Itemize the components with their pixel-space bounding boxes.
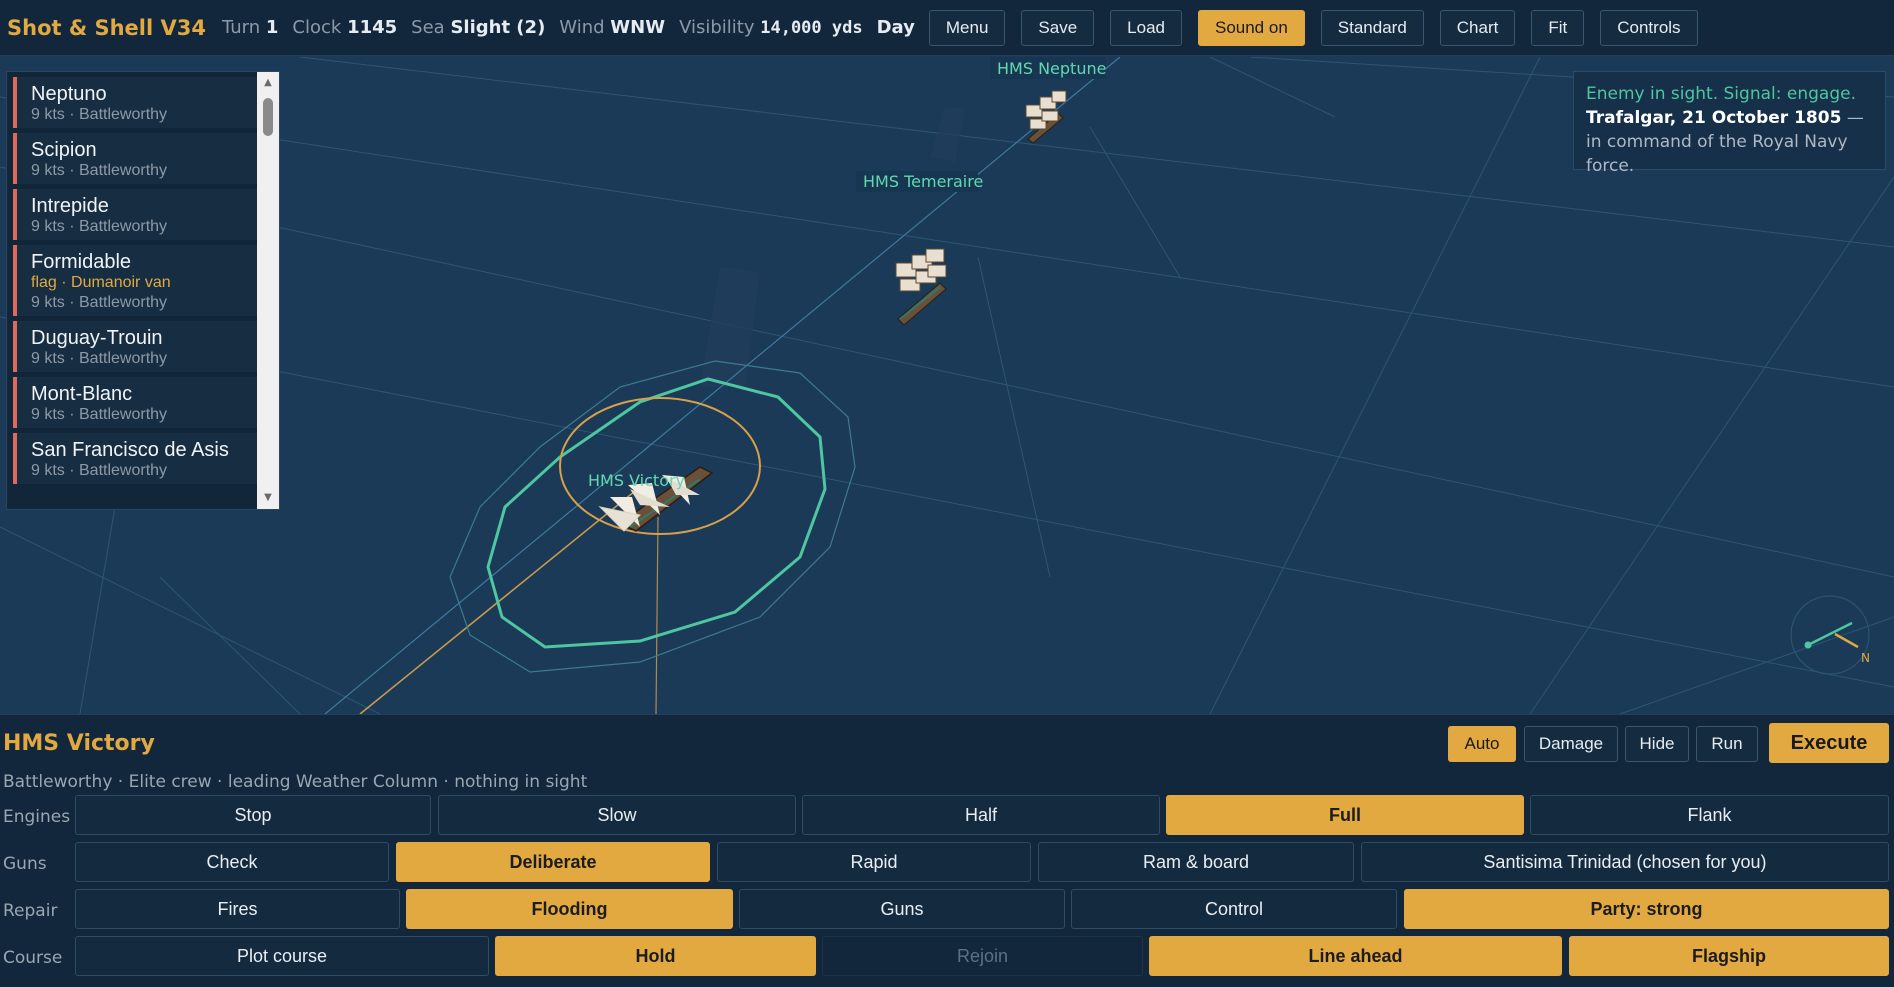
hms-victory-label: HMS Victory [588, 471, 685, 490]
clock-value: 1145 [347, 17, 398, 38]
ship-list-item[interactable]: Intrepide 9 kts · Battleworthy [13, 189, 257, 240]
guns-rapid-option[interactable]: Rapid [717, 842, 1031, 882]
course-row-label: Course [3, 948, 63, 968]
repair-flooding-option[interactable]: Flooding [406, 889, 733, 929]
chart-button[interactable]: Chart [1439, 9, 1516, 46]
engines-half-option[interactable]: Half [802, 795, 1160, 835]
ship-name: Intrepide [31, 195, 109, 217]
ship-status: 9 kts · Battleworthy [31, 106, 168, 123]
turn-value: 1 [265, 17, 279, 38]
ship-status: 9 kts · Battleworthy [31, 462, 168, 479]
fit-button[interactable]: Fit [1531, 9, 1585, 46]
repair-guns-option[interactable]: Guns [739, 889, 1065, 929]
scenario-message: Trafalgar, 21 October 1805 — in command … [1586, 106, 1873, 178]
ship-name: San Francisco de Asis [31, 439, 229, 461]
course-rejoin-option: Rejoin [822, 936, 1143, 976]
scroll-up-arrow-icon[interactable]: ▲ [257, 74, 279, 92]
visibility-value: 14,000 yds [760, 18, 863, 38]
message-box: Enemy in sight. Signal: engage. Trafalga… [1573, 71, 1886, 176]
execute-button[interactable]: Execute [1769, 723, 1889, 763]
ship-list-item[interactable]: Mont-Blanc 9 kts · Battleworthy [13, 377, 257, 428]
guns-target-option[interactable]: Santisima Trinidad (chosen for you) [1361, 842, 1889, 882]
turn-readout: Turn 1 [221, 17, 279, 38]
hms-neptune-label: HMS Neptune [997, 59, 1106, 78]
ship-list-item[interactable]: Formidable flag · Dumanoir van 9 kts · B… [13, 245, 257, 316]
signal-message: Enemy in sight. Signal: engage. [1586, 84, 1856, 104]
ship-status: 9 kts · Battleworthy [31, 162, 168, 179]
selected-ship-name: HMS Victory [3, 731, 155, 756]
engines-flank-option[interactable]: Flank [1530, 795, 1889, 835]
top-bar: Shot & Shell V34 Turn 1 Clock 1145 Sea S… [0, 0, 1894, 56]
compass-pivot [1804, 641, 1812, 649]
ship-orders-panel: HMS Victory Battleworthy · Elite crew · … [0, 714, 1894, 987]
ship-status: 9 kts · Battleworthy [31, 294, 168, 311]
compass-n-label: N [1861, 651, 1870, 665]
engines-row-label: Engines [3, 807, 71, 827]
guns-deliberate-option[interactable]: Deliberate [396, 842, 710, 882]
ship-name: Scipion [31, 139, 97, 161]
daynight-readout: Day [877, 17, 915, 38]
app-title: Shot & Shell V34 [7, 15, 206, 40]
engines-stop-option[interactable]: Stop [75, 795, 431, 835]
clock-readout: Clock 1145 [292, 17, 398, 38]
save-button[interactable]: Save [1021, 9, 1095, 46]
menu-button[interactable]: Menu [928, 9, 1006, 46]
run-button[interactable]: Run [1696, 726, 1758, 762]
ship-name: Neptuno [31, 83, 107, 105]
ship-list-scrollbar[interactable]: ▲ ▼ [257, 72, 279, 509]
course-hold-option[interactable]: Hold [495, 936, 816, 976]
ship-status: 9 kts · Battleworthy [31, 218, 168, 235]
sea-readout: Sea Slight (2) [411, 17, 546, 38]
standard-button[interactable]: Standard [1320, 9, 1424, 46]
ship-flag-note: flag · Dumanoir van [31, 274, 171, 291]
damage-button[interactable]: Damage [1524, 726, 1618, 762]
guns-row-label: Guns [3, 854, 47, 874]
ship-status: 9 kts · Battleworthy [31, 406, 168, 423]
hms-temeraire-label: HMS Temeraire [863, 172, 983, 191]
ship-list-item[interactable]: San Francisco de Asis 9 kts · Battlewort… [13, 433, 257, 484]
hide-button[interactable]: Hide [1625, 726, 1689, 762]
ship-list-items: Neptuno 9 kts · Battleworthy Scipion 9 k… [7, 72, 259, 484]
course-flagship-option[interactable]: Flagship [1569, 936, 1889, 976]
repair-party-option[interactable]: Party: strong [1404, 889, 1889, 929]
ship-name: Duguay-Trouin [31, 327, 163, 349]
sound-toggle-button[interactable]: Sound on [1197, 9, 1305, 46]
repair-fires-option[interactable]: Fires [75, 889, 400, 929]
wind-value: WNW [610, 17, 666, 38]
ship-status: 9 kts · Battleworthy [31, 350, 168, 367]
sea-value: Slight (2) [450, 17, 546, 38]
course-plot-option[interactable]: Plot course [75, 936, 489, 976]
engines-slow-option[interactable]: Slow [438, 795, 796, 835]
scrollbar-thumb[interactable] [263, 98, 273, 136]
load-button[interactable]: Load [1110, 9, 1182, 46]
battle-name: Trafalgar, 21 October 1805 [1586, 108, 1842, 128]
ship-list-item[interactable]: Scipion 9 kts · Battleworthy [13, 133, 257, 184]
daynight-value: Day [876, 17, 915, 38]
ship-name: Formidable [31, 251, 132, 273]
engines-full-option[interactable]: Full [1166, 795, 1524, 835]
ship-list-item[interactable]: Neptuno 9 kts · Battleworthy [13, 77, 257, 128]
selected-ship-description: Battleworthy · Elite crew · leading Weat… [3, 772, 588, 792]
ship-name: Mont-Blanc [31, 383, 133, 405]
wind-readout: Wind WNW [559, 17, 666, 38]
guns-check-option[interactable]: Check [75, 842, 389, 882]
repair-control-option[interactable]: Control [1071, 889, 1397, 929]
guns-ram-board-option[interactable]: Ram & board [1038, 842, 1354, 882]
ship-list-item[interactable]: Duguay-Trouin 9 kts · Battleworthy [13, 321, 257, 372]
visibility-readout: Visibility 14,000 yds [679, 17, 863, 38]
enemy-ship-list[interactable]: Neptuno 9 kts · Battleworthy Scipion 9 k… [6, 71, 280, 510]
repair-row-label: Repair [3, 901, 58, 921]
auto-button[interactable]: Auto [1448, 726, 1516, 762]
controls-button[interactable]: Controls [1600, 9, 1698, 46]
course-line-ahead-option[interactable]: Line ahead [1149, 936, 1562, 976]
scroll-down-arrow-icon[interactable]: ▼ [257, 489, 279, 507]
